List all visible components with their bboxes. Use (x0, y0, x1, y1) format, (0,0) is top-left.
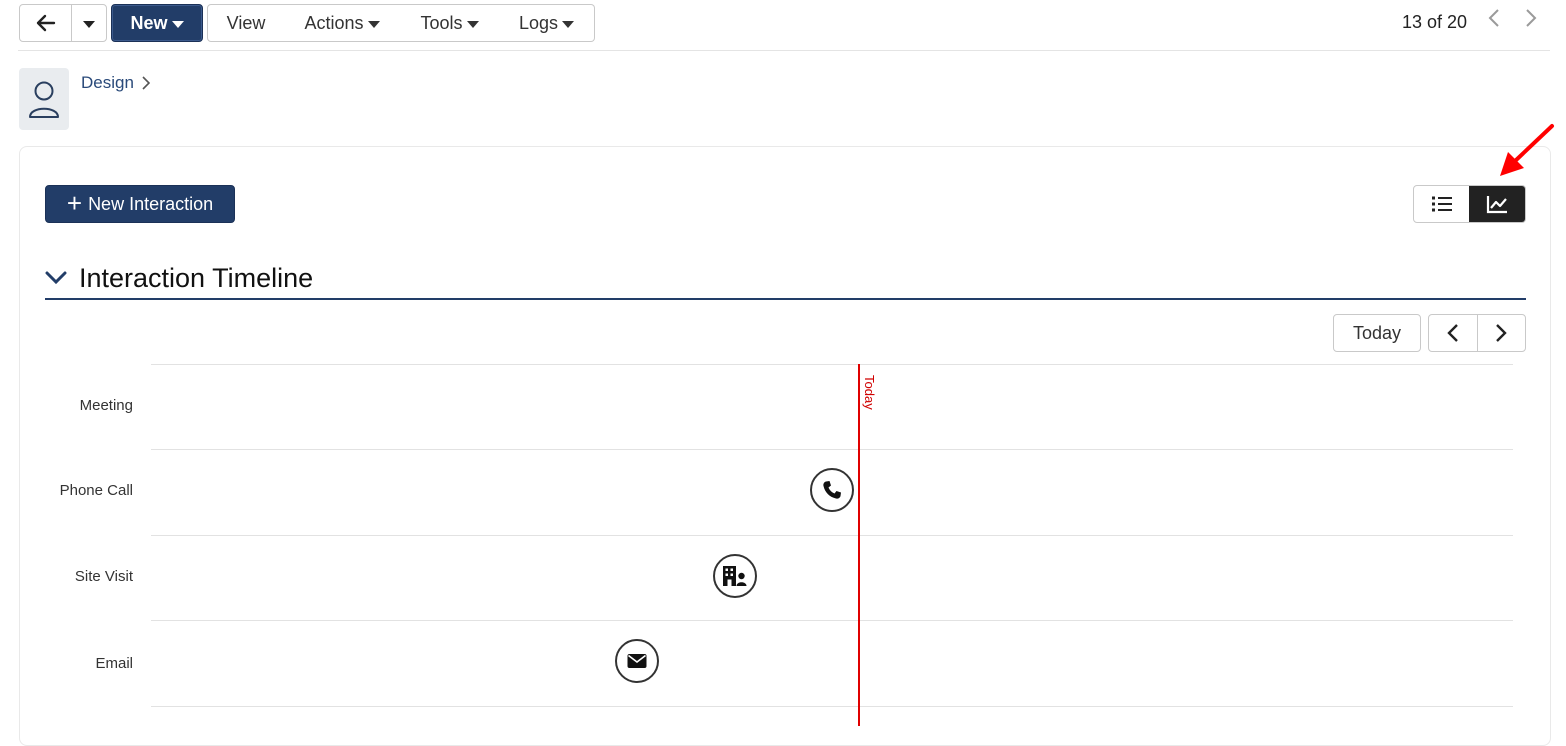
timeline-prev-button[interactable] (1429, 315, 1477, 351)
list-icon (1431, 196, 1452, 212)
caret-down-icon (562, 21, 575, 28)
timeline-row-label-site-visit: Site Visit (74, 568, 133, 585)
email-event[interactable] (615, 639, 659, 683)
today-marker-line (858, 364, 860, 726)
chevron-right-icon (142, 76, 150, 90)
back-dropdown-button[interactable] (71, 4, 107, 42)
logs-button-label: Logs (518, 12, 559, 33)
timeline-row-label-meeting: Meeting (79, 397, 133, 414)
actions-button[interactable]: Actions (284, 4, 401, 42)
annotation-arrow-icon (1500, 124, 1554, 176)
logs-button[interactable]: Logs (499, 4, 595, 42)
interactions-card (19, 146, 1551, 746)
next-record-button[interactable] (1525, 8, 1537, 34)
timeline-row-label-email: Email (95, 655, 133, 672)
arrow-left-icon (36, 14, 55, 32)
avatar (19, 68, 69, 130)
back-button[interactable] (19, 4, 72, 42)
breadcrumb-item[interactable]: Design (81, 73, 134, 93)
record-pager-text: 13 of 20 (1402, 12, 1468, 32)
chart-line-icon (1486, 196, 1507, 214)
actions-button-label: Actions (304, 12, 364, 33)
tools-button[interactable]: Tools (400, 4, 500, 42)
caret-down-icon (83, 21, 95, 28)
toolbar-divider (18, 50, 1550, 51)
new-button-label: New (130, 12, 168, 33)
chevron-right-icon (1496, 324, 1507, 342)
phone-icon (823, 481, 841, 499)
view-button-label: View (226, 12, 266, 33)
breadcrumb[interactable]: Design (81, 73, 150, 93)
site-visit-event[interactable] (713, 554, 757, 598)
timeline-section-header[interactable]: Interaction Timeline (45, 258, 1526, 300)
timeline-gridline (151, 706, 1513, 707)
timeline-view-button[interactable] (1469, 186, 1525, 222)
list-view-button[interactable] (1414, 186, 1469, 222)
timeline-gridline (151, 535, 1513, 536)
envelope-icon (627, 654, 647, 668)
building-person-icon (723, 566, 747, 586)
new-button[interactable]: New (111, 4, 203, 42)
previous-record-button[interactable] (1488, 8, 1500, 34)
caret-down-icon (171, 21, 184, 28)
chevron-right-icon (1526, 9, 1537, 27)
new-interaction-button[interactable]: + New Interaction (45, 185, 235, 223)
user-icon (29, 81, 59, 118)
chevron-left-icon (1447, 324, 1458, 342)
timeline-gridline (151, 620, 1513, 621)
chevron-down-icon[interactable] (45, 271, 73, 285)
caret-down-icon (466, 21, 479, 28)
timeline-nav (1428, 314, 1526, 352)
timeline-row-label-phone-call: Phone Call (59, 482, 133, 499)
plus-icon: + (66, 187, 83, 218)
section-title: Interaction Timeline (79, 262, 314, 293)
today-button[interactable]: Today (1333, 314, 1421, 352)
view-toggle (1413, 185, 1526, 223)
tools-button-label: Tools (420, 12, 463, 33)
phone-call-event[interactable] (810, 468, 854, 512)
timeline-next-button[interactable] (1476, 315, 1526, 351)
new-interaction-label: New Interaction (88, 193, 214, 214)
caret-down-icon (367, 21, 380, 28)
timeline-gridline (151, 364, 1513, 365)
today-marker-label: Today (862, 375, 877, 410)
chevron-left-icon (1488, 9, 1499, 27)
view-button[interactable]: View (207, 4, 285, 42)
timeline-gridline (151, 449, 1513, 450)
